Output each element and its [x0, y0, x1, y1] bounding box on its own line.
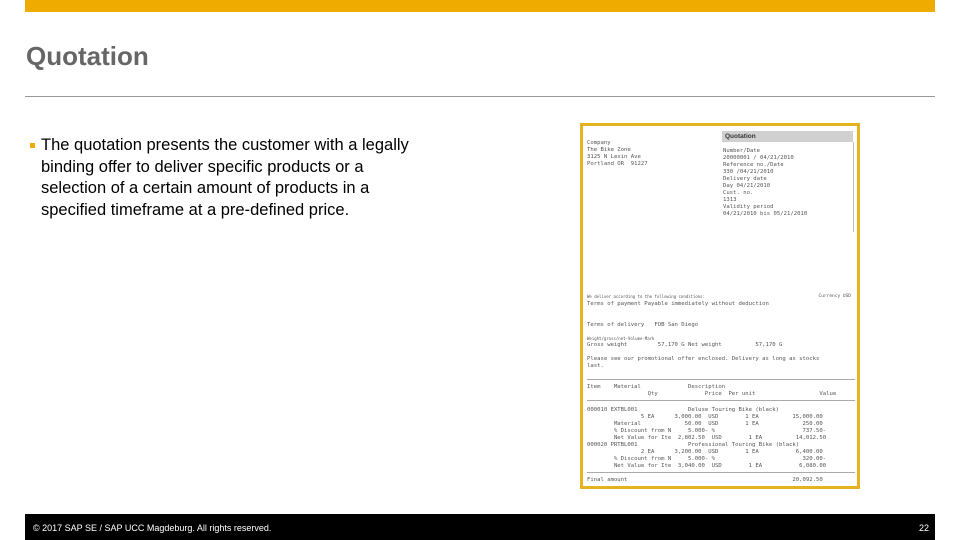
info-line: Day 04/21/2010	[723, 183, 771, 189]
weight-label: Weight/gross/net-Volume-Mark	[587, 336, 655, 341]
info-line: 04/21/2010 bis 05/21/2010	[723, 211, 808, 217]
promo-text: last.	[587, 363, 604, 369]
bullet-icon	[30, 143, 35, 148]
company-line: The Bike Zone	[587, 147, 631, 153]
info-line: 20000001 / 04/21/2010	[723, 155, 794, 161]
footer-bar: © 2017 SAP SE / SAP UCC Magdeburg. All r…	[25, 514, 935, 540]
doc-rule	[587, 472, 855, 473]
page-number: 22	[918, 523, 929, 533]
info-line: Cust. no.	[723, 190, 754, 196]
info-line: Reference no./Date	[723, 162, 784, 168]
doc-rule	[587, 379, 855, 380]
line-item: 000010 EXTBL001 Deluxe Touring Bike (bla…	[587, 407, 779, 413]
doc-header: Quotation	[722, 131, 853, 142]
slide-title: Quotation	[26, 41, 149, 71]
info-line: Validity period	[723, 204, 774, 210]
line-item: % Discount from N 5.000- % 737.50-	[587, 428, 827, 434]
bullet-text: The quotation presents the customer with…	[41, 136, 409, 219]
quotation-document-image: Quotation Company The Bike Zone 3125 N L…	[580, 123, 860, 489]
line-item: 5 EA 3,000.00 USD 1 EA 15,000.00	[587, 414, 823, 420]
line-item: Net Value for Ite 3,040.00 USD 1 EA 6,08…	[587, 463, 827, 469]
delivery-terms: Terms of delivery FOB San Diego	[587, 322, 699, 328]
line-item: 2 EA 3,200.00 USD 1 EA 6,400.00	[587, 449, 823, 455]
top-accent-bar	[25, 0, 935, 12]
title-divider	[25, 96, 935, 97]
info-line: 330 /04/21/2010	[723, 169, 774, 175]
copyright-text: © 2017 SAP SE / SAP UCC Magdeburg. All r…	[33, 523, 272, 533]
weight-values: Gross weight 57,170 G Net weight 57,170 …	[587, 342, 783, 348]
line-item: 000020 PRTBL001 Professional Touring Bik…	[587, 442, 800, 448]
info-line: Delivery date	[723, 176, 767, 182]
info-line: Number/Date	[723, 148, 761, 154]
payment-terms: Terms of payment Payable immediately wit…	[587, 301, 769, 307]
promo-text: Please see our promotional offer enclose…	[587, 356, 820, 362]
info-line: 1313	[723, 197, 737, 203]
company-line: Company	[587, 140, 611, 146]
currency-text: Currency USD	[818, 294, 851, 299]
company-line: 3125 N Lexin Ave	[587, 154, 641, 160]
doc-rule	[587, 400, 855, 401]
column-headers: Qty Price Per unit Value	[587, 391, 837, 397]
line-item: Material 50.00 USD 1 EA 250.00	[587, 421, 823, 427]
final-amount: Final amount 20,092.50	[587, 477, 823, 483]
bullet-point: The quotation presents the customer with…	[30, 135, 410, 221]
line-item: % Discount from N 5.000- % 320.00-	[587, 456, 827, 462]
line-item: Net Value for Ite 2,802.50 USD 1 EA 14,0…	[587, 435, 827, 441]
company-line: Portland OR 91227	[587, 161, 648, 167]
doc-divider	[853, 142, 854, 232]
conditions-text: We deliver according to the following co…	[587, 294, 706, 299]
column-headers: Item Material Description	[587, 384, 726, 390]
